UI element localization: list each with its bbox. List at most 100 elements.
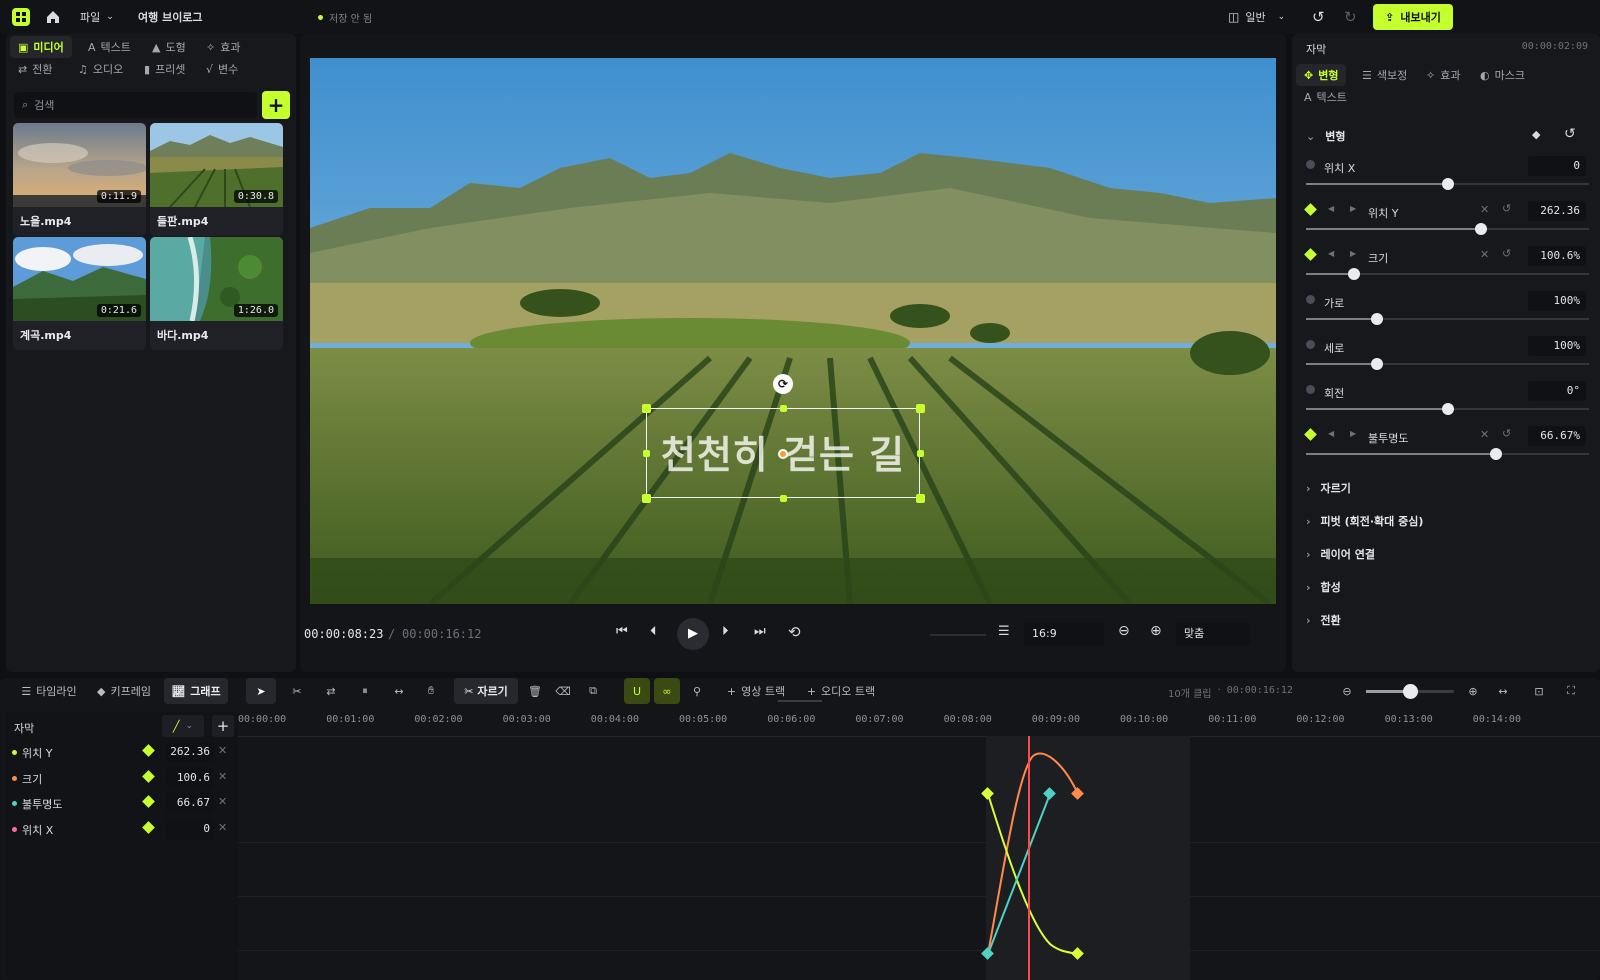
next-keyframe-icon[interactable]: ▶ (1350, 204, 1356, 213)
resize-handle-t[interactable] (780, 405, 787, 412)
next-keyframe-icon[interactable]: ▶ (1350, 249, 1356, 258)
layout-mode-select[interactable]: ◫ 일반 ⌄ (1228, 0, 1285, 34)
curve-type-select[interactable]: ╱ ⌄ (162, 715, 204, 737)
resize-handle-tl[interactable] (642, 404, 651, 413)
keyframe-point[interactable] (1043, 787, 1056, 800)
transform-section-header[interactable]: ⌄ 변형 (1306, 128, 1345, 144)
loop-button[interactable]: ⟲ (788, 623, 801, 641)
clear-keyframes-icon[interactable]: ✕ (1480, 428, 1489, 441)
zoom-out-button[interactable]: ⊖ (1118, 623, 1130, 639)
reset-icon[interactable]: ↺ (1502, 427, 1511, 440)
keyframe-toggle-icon[interactable] (1304, 203, 1317, 216)
home-button[interactable] (46, 0, 60, 34)
keyframe-toggle-icon[interactable] (1306, 385, 1315, 394)
track-value-input[interactable]: 262.36 (166, 742, 214, 762)
keyframe-toggle-icon[interactable] (1306, 340, 1315, 349)
graph-area[interactable]: 00:00:00 00:01:00 00:02:00 00:03:00 00:04:00… (238, 712, 1600, 980)
slider-knob[interactable] (1370, 358, 1383, 370)
track-value-input[interactable]: 0 (166, 818, 214, 839)
app-logo[interactable] (12, 0, 30, 34)
reset-transform-button[interactable]: ↺ (1564, 126, 1576, 142)
property-slider[interactable] (1306, 448, 1589, 460)
export-button[interactable]: ⇪ 내보내기 (1373, 4, 1453, 30)
resize-handle-bl[interactable] (642, 494, 651, 503)
rotate-handle[interactable]: ⟳ (773, 374, 793, 394)
section-blend[interactable]: › 합성 (1306, 579, 1341, 595)
resize-handle-r[interactable] (917, 450, 924, 457)
curve-size[interactable] (987, 752, 1079, 955)
prev-keyframe-icon[interactable]: ◀ (1328, 429, 1334, 438)
property-slider[interactable] (1306, 223, 1589, 235)
prev-frame-button[interactable]: ⏴ (650, 624, 657, 639)
slider-knob[interactable] (1441, 178, 1454, 190)
redo-button[interactable]: ↻ (1344, 0, 1357, 34)
view-tab-graph[interactable]: 📈︎ 그래프 (164, 678, 228, 704)
property-value-input[interactable]: 100.6% (1528, 246, 1586, 266)
tab-effect[interactable]: ✧ 효과 (198, 36, 248, 58)
resize-handle-l[interactable] (643, 450, 650, 457)
undo-button[interactable]: ↺ (1312, 0, 1325, 34)
section-layer-link[interactable]: › 레이어 연결 (1306, 546, 1375, 562)
slider-knob[interactable] (1489, 448, 1502, 460)
next-frame-button[interactable]: ⏵ (722, 624, 729, 639)
graph-track-row[interactable]: 위치 X 0 ✕ (6, 817, 234, 842)
zoom-in-button[interactable]: ⊕ (1150, 623, 1162, 639)
keyframe-point[interactable] (1071, 947, 1084, 960)
media-item[interactable]: 0:21.6 계곡.mp4 (13, 237, 146, 350)
keyframe-toggle-icon[interactable] (1306, 160, 1315, 169)
media-item[interactable]: 1:26.0 바다.mp4 (150, 237, 283, 350)
keyframe-point[interactable] (981, 947, 994, 960)
playhead[interactable] (1028, 736, 1030, 980)
property-value-input[interactable]: 262.36 (1528, 201, 1586, 221)
resize-handle-tr[interactable] (916, 404, 925, 413)
add-graph-track-button[interactable]: + (212, 715, 234, 737)
remove-track-icon[interactable]: ✕ (218, 821, 227, 834)
remove-track-icon[interactable]: ✕ (218, 770, 227, 783)
add-keyframe-button[interactable]: ◆ (1532, 128, 1540, 141)
zoom-fit-select[interactable]: 맞춤 (1176, 622, 1250, 646)
clear-keyframes-icon[interactable]: ✕ (1480, 203, 1489, 216)
graph-track-row[interactable]: 위치 Y 262.36 ✕ (6, 740, 234, 765)
graph-track-row[interactable]: 불투명도 66.67 ✕ (6, 791, 234, 816)
file-menu[interactable]: 파일 ⌄ (80, 0, 114, 34)
resize-handle-br[interactable] (916, 494, 925, 503)
skip-to-end-button[interactable]: ⏭ (754, 624, 766, 639)
media-search-input[interactable]: ⌕ 검색 (14, 92, 257, 118)
keyframe-point[interactable] (981, 787, 994, 800)
resize-handle-b[interactable] (780, 495, 787, 502)
settings-button[interactable]: ☰ (998, 624, 1010, 639)
remove-track-icon[interactable]: ✕ (218, 795, 227, 808)
section-transition[interactable]: › 전환 (1306, 612, 1341, 628)
next-keyframe-icon[interactable]: ▶ (1350, 429, 1356, 438)
property-value-input[interactable]: 100% (1528, 336, 1586, 356)
skip-to-start-button[interactable]: ⏮ (616, 624, 628, 639)
graph-track-row[interactable]: 크기 100.6 ✕ (6, 766, 234, 791)
keyframe-toggle-icon[interactable] (142, 820, 155, 834)
reset-icon[interactable]: ↺ (1502, 247, 1511, 260)
keyframe-toggle-icon[interactable] (1304, 428, 1317, 441)
keyframe-toggle-icon[interactable] (1306, 295, 1315, 304)
pivot-point[interactable] (778, 449, 788, 459)
property-slider[interactable] (1306, 403, 1589, 415)
keyframe-toggle-icon[interactable] (142, 795, 155, 808)
volume-bar[interactable] (930, 634, 986, 636)
tab-text[interactable]: A 텍스트 (80, 36, 139, 58)
tab-media[interactable]: ▣ 미디어 (10, 36, 72, 58)
remove-track-icon[interactable]: ✕ (218, 744, 227, 757)
property-slider[interactable] (1306, 358, 1589, 370)
clear-keyframes-icon[interactable]: ✕ (1480, 248, 1489, 261)
tab-color[interactable]: ☰ 색보정 (1354, 64, 1415, 86)
property-slider[interactable] (1306, 178, 1589, 190)
keyframe-toggle-icon[interactable] (142, 769, 155, 783)
property-slider[interactable] (1306, 313, 1589, 325)
slider-knob[interactable] (1370, 313, 1383, 325)
tab-shape[interactable]: ▲ 도형 (144, 36, 194, 58)
prev-keyframe-icon[interactable]: ◀ (1328, 204, 1334, 213)
property-value-input[interactable]: 100% (1528, 291, 1586, 311)
property-slider[interactable] (1306, 268, 1589, 280)
section-crop[interactable]: › 자르기 (1306, 480, 1351, 496)
tab-preset[interactable]: ▮ 프리셋 (136, 58, 193, 80)
project-name[interactable]: 여행 브이로그 (138, 0, 203, 34)
tab-mask[interactable]: ◐ 마스크 (1472, 64, 1533, 86)
media-item[interactable]: 0:30.8 들판.mp4 (150, 123, 283, 236)
